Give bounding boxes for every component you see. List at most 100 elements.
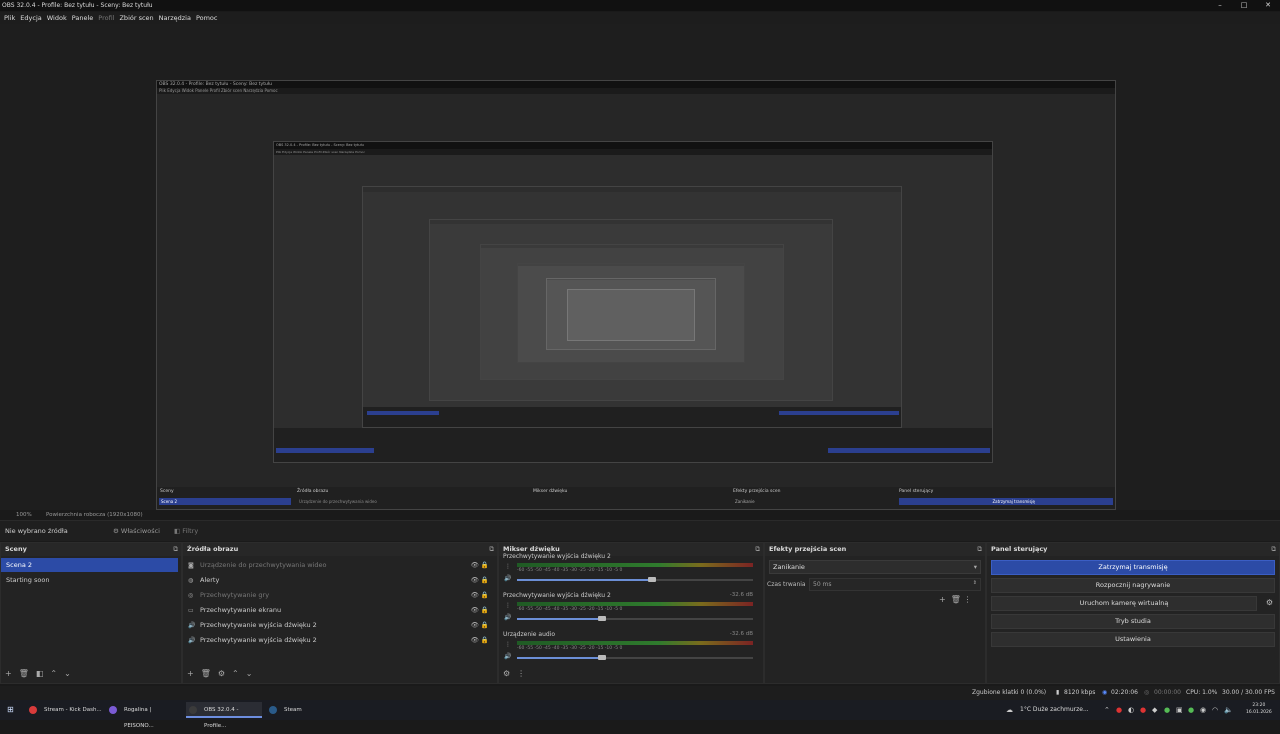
zoom-level[interactable]: 100% (16, 510, 32, 520)
add-transition-icon[interactable]: + (939, 595, 946, 604)
tray-app-icon[interactable]: ● (1140, 704, 1146, 716)
menu-item[interactable]: Panele (72, 12, 94, 24)
menu-item[interactable]: Edycja (20, 12, 41, 24)
lock-icon[interactable]: 🔒 (479, 606, 489, 614)
tray-app-icon[interactable]: ◆ (1152, 704, 1157, 716)
start-virtual-camera-button[interactable]: Uruchom kamerę wirtualną (991, 596, 1257, 611)
speaker-icon[interactable]: 🔊 (504, 614, 511, 621)
lock-icon[interactable]: 🔒 (479, 621, 489, 629)
scene-filter-icon[interactable]: ◧ (36, 669, 44, 678)
lock-icon[interactable]: 🔒 (479, 561, 489, 569)
settings-button[interactable]: Ustawienia (991, 632, 1275, 647)
channel-menu-icon[interactable]: ⋮ (505, 602, 511, 609)
volume-slider[interactable] (517, 618, 602, 620)
volume-slider[interactable] (517, 579, 652, 581)
menu-item[interactable]: Plik (4, 12, 15, 24)
move-up-icon[interactable]: ⌃ (50, 669, 57, 678)
source-item[interactable]: 🔊 Przechwytywanie wyjścia dźwięku 2 👁 🔒 (183, 633, 497, 647)
properties-button[interactable]: ⚙ Właściwości (113, 521, 160, 541)
source-settings-icon[interactable]: ⚙ (218, 669, 225, 678)
remove-source-icon[interactable]: 🗑 (201, 669, 211, 678)
menu-item[interactable]: Widok (47, 12, 67, 24)
mixer-channel-name: Przechwytywanie wyjścia dźwięku 2 (503, 592, 611, 599)
tray-app-icon[interactable]: ● (1116, 704, 1122, 716)
float-icon[interactable]: ⧉ (1271, 543, 1276, 556)
volume-slider-track (652, 579, 753, 581)
taskbar-app[interactable]: Steam (266, 702, 312, 718)
eye-icon[interactable]: 👁 (471, 561, 479, 569)
eye-icon[interactable]: 👁 (471, 591, 479, 599)
menu-item[interactable]: Zbiór scen (119, 12, 153, 24)
transition-select[interactable]: Zanikanie ▾ (769, 560, 981, 574)
tray-chevron-icon[interactable]: ⌃ (1104, 704, 1110, 716)
scene-item[interactable]: Starting soon (1, 573, 181, 587)
mixer-channel-name: Urządzenie audio (503, 631, 556, 638)
channel-menu-icon[interactable]: ⋮ (505, 563, 511, 570)
tray-app-icon[interactable]: ▣ (1176, 704, 1183, 716)
start-recording-button[interactable]: Rozpocznij nagrywanie (991, 578, 1275, 593)
eye-icon[interactable]: 👁 (471, 621, 479, 629)
volume-slider[interactable] (517, 657, 602, 659)
nested-dock-transitions: Efekty przejścia scen (733, 489, 781, 494)
lock-icon[interactable]: 🔒 (479, 591, 489, 599)
controls-dock: Panel sterujący ⧉ Zatrzymaj transmisję Roz… (986, 542, 1280, 684)
channel-menu-icon[interactable]: ⋮ (505, 641, 511, 648)
maximize-button[interactable]: □ (1232, 0, 1256, 11)
move-down-icon[interactable]: ⌄ (64, 669, 71, 678)
tray-app-icon[interactable]: ◉ (1200, 704, 1206, 716)
minimize-button[interactable]: – (1208, 0, 1232, 11)
virtual-camera-settings-icon[interactable]: ⚙ (1266, 598, 1273, 607)
duration-input[interactable]: 50 ms ⇕ (809, 578, 981, 591)
move-up-icon[interactable]: ⌃ (232, 669, 239, 678)
remove-scene-icon[interactable]: 🗑 (19, 669, 29, 678)
source-item[interactable]: ◍ Alerty 👁 🔒 (183, 573, 497, 587)
menu-item[interactable]: Narzędzia (159, 12, 191, 24)
transitions-title-text: Efekty przejścia scen (769, 545, 847, 553)
eye-icon[interactable]: 👁 (471, 576, 479, 584)
taskbar-app[interactable]: Stream - Kick Dash... (26, 702, 102, 718)
tray-app-icon[interactable]: ● (1164, 704, 1170, 716)
source-item[interactable]: 🔊 Przechwytywanie wyjścia dźwięku 2 👁 🔒 (183, 618, 497, 632)
float-icon[interactable]: ⧉ (489, 543, 494, 556)
preview-canvas[interactable]: OBS 32.0.4 - Profile: Bez tytułu - Sceny… (0, 24, 1280, 512)
weather-text[interactable]: 1°C Duże zachmurze... (1020, 700, 1089, 720)
speaker-icon[interactable]: 🔊 (504, 575, 511, 582)
volume-icon[interactable]: 🔈 (1224, 704, 1233, 716)
advanced-audio-icon[interactable]: ⚙ (503, 669, 510, 678)
wifi-icon[interactable]: ◠ (1212, 704, 1218, 716)
menu-item[interactable]: Profil (98, 12, 114, 24)
studio-mode-button[interactable]: Tryb studia (991, 614, 1275, 629)
clock[interactable]: 23:20 16.01.2026 (1246, 702, 1272, 716)
volume-slider-handle[interactable] (598, 655, 606, 660)
source-item[interactable]: ◙ Urządzenie do przechwytywania wideo 👁 🔒 (183, 558, 497, 572)
add-source-icon[interactable]: + (187, 669, 194, 678)
close-button[interactable]: ✕ (1256, 0, 1280, 11)
remove-transition-icon[interactable]: 🗑 (951, 595, 961, 604)
stop-streaming-button[interactable]: Zatrzymaj transmisję (991, 560, 1275, 575)
mixer-menu-icon[interactable]: ⋮ (517, 669, 525, 678)
tray-app-icon[interactable]: ● (1188, 704, 1194, 716)
taskbar-app[interactable]: Rogalina | PEISONO... (106, 702, 182, 729)
taskbar-app[interactable]: OBS 32.0.4 - Profile... (186, 702, 262, 729)
speaker-icon[interactable]: 🔊 (504, 653, 511, 660)
windows-start-icon[interactable]: ⊞ (7, 700, 14, 720)
float-icon[interactable]: ⧉ (755, 543, 760, 556)
scene-item[interactable]: Scena 2 (1, 558, 178, 572)
float-icon[interactable]: ⧉ (977, 543, 982, 556)
source-item[interactable]: ◎ Przechwytywanie gry 👁 🔒 (183, 588, 497, 602)
eye-icon[interactable]: 👁 (471, 636, 479, 644)
float-icon[interactable]: ⧉ (173, 543, 178, 556)
add-scene-icon[interactable]: + (5, 669, 12, 678)
tray-app-icon[interactable]: ◐ (1128, 704, 1134, 716)
lock-icon[interactable]: 🔒 (479, 576, 489, 584)
stepper-icon[interactable]: ⇕ (973, 578, 977, 589)
volume-slider-handle[interactable] (648, 577, 656, 582)
lock-icon[interactable]: 🔒 (479, 636, 489, 644)
source-item[interactable]: ▭ Przechwytywanie ekranu 👁 🔒 (183, 603, 497, 617)
filters-button[interactable]: ◧ Filtry (174, 521, 198, 541)
eye-icon[interactable]: 👁 (471, 606, 479, 614)
transition-menu-icon[interactable]: ⋮ (964, 595, 972, 604)
volume-slider-handle[interactable] (598, 616, 606, 621)
move-down-icon[interactable]: ⌄ (246, 669, 253, 678)
menu-item[interactable]: Pomoc (196, 12, 218, 24)
